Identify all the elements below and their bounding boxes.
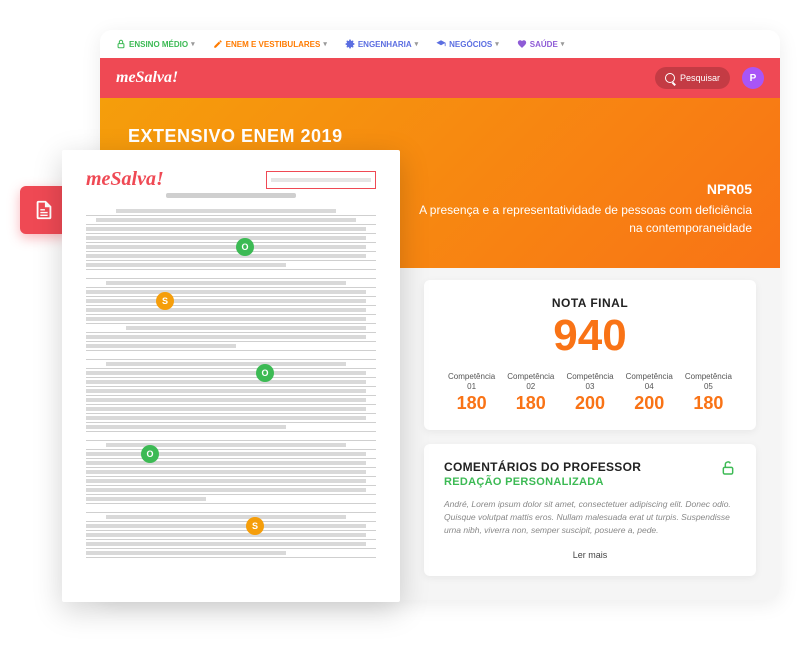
essay-line [86, 387, 376, 396]
essay-line [86, 504, 376, 513]
comments-card: COMENTÁRIOS DO PROFESSOR REDAÇÃO PERSONA… [424, 444, 756, 576]
unlock-icon [720, 460, 736, 479]
essay-line [86, 477, 376, 486]
essay-line [86, 315, 376, 324]
gear-icon [345, 39, 355, 49]
nav-negocios[interactable]: NEGÓCIOS ▾ [436, 39, 499, 49]
annotation-marker[interactable]: O [236, 238, 254, 256]
doc-name-field[interactable] [266, 171, 376, 189]
essay-line [86, 414, 376, 423]
nav-enem[interactable]: ENEM E VESTIBULARES ▾ [213, 39, 327, 49]
essay-line [86, 432, 376, 441]
search-icon [665, 73, 675, 83]
essay-line [86, 279, 376, 288]
essay-line [86, 441, 376, 450]
essay-line [86, 351, 376, 360]
competency-3: Competência 03200 [562, 372, 617, 414]
essay-line [86, 378, 376, 387]
nav-engenharia[interactable]: ENGENHARIA ▾ [345, 39, 418, 49]
search-placeholder: Pesquisar [680, 73, 720, 83]
topic-code: NPR05 [408, 181, 752, 197]
essay-line [86, 324, 376, 333]
comments-title: COMENTÁRIOS DO PROFESSOR [444, 460, 641, 474]
nav-label: ENSINO MÉDIO [129, 40, 188, 49]
essay-line [86, 540, 376, 549]
nav-label: ENGENHARIA [358, 40, 412, 49]
final-score-label: NOTA FINAL [444, 296, 736, 310]
essay-document: meSalva! OSOOS [62, 150, 400, 602]
essay-line [86, 225, 376, 234]
essay-line [86, 468, 376, 477]
topic-description: A presença e a representatividade de pes… [408, 201, 752, 237]
chevron-down-icon: ▾ [495, 40, 499, 48]
essay-line [86, 270, 376, 279]
comments-subtitle: REDAÇÃO PERSONALIZADA [444, 476, 641, 488]
essay-line [86, 531, 376, 540]
essay-line [86, 513, 376, 522]
essay-line: O [86, 450, 376, 459]
essay-lines: OSOOS [86, 207, 376, 558]
score-card: NOTA FINAL 940 Competência 01180 Competê… [424, 280, 756, 430]
final-score-value: 940 [444, 314, 736, 358]
nav-label: NEGÓCIOS [449, 40, 492, 49]
document-tab[interactable] [20, 186, 68, 234]
document-icon [33, 199, 55, 221]
graduation-icon [436, 39, 446, 49]
essay-line [86, 288, 376, 297]
essay-line [86, 459, 376, 468]
annotation-marker[interactable]: S [156, 292, 174, 310]
essay-line [86, 360, 376, 369]
chevron-down-icon: ▾ [191, 40, 195, 48]
essay-line [86, 342, 376, 351]
search-input[interactable]: Pesquisar [655, 67, 730, 89]
competency-5: Competência 05180 [681, 372, 736, 414]
competencies-row: Competência 01180 Competência 02180 Comp… [444, 372, 736, 414]
chevron-down-icon: ▾ [323, 40, 327, 48]
essay-line [86, 423, 376, 432]
nav-saude[interactable]: SAÚDE ▾ [517, 39, 565, 49]
essay-line [86, 234, 376, 243]
competency-1: Competência 01180 [444, 372, 499, 414]
heart-icon [517, 39, 527, 49]
essay-line [86, 261, 376, 270]
essay-line: O [86, 243, 376, 252]
essay-line [86, 306, 376, 315]
doc-logo: meSalva! [86, 168, 164, 191]
essay-line [86, 252, 376, 261]
annotation-marker[interactable]: O [256, 364, 274, 382]
essay-line [86, 207, 376, 216]
essay-line [86, 333, 376, 342]
nav-label: ENEM E VESTIBULARES [226, 40, 321, 49]
lock-icon [116, 39, 126, 49]
header-bar: meSalva! Pesquisar P [100, 58, 780, 98]
essay-line [86, 405, 376, 414]
chevron-down-icon: ▾ [415, 40, 419, 48]
essay-line [86, 396, 376, 405]
brand-logo[interactable]: meSalva! [116, 69, 178, 87]
essay-line: S [86, 297, 376, 306]
competency-4: Competência 04200 [622, 372, 677, 414]
comments-body: André, Lorem ipsum dolor sit amet, conse… [444, 498, 736, 536]
essay-line [86, 216, 376, 225]
essay-line [86, 495, 376, 504]
nav-label: SAÚDE [530, 40, 558, 49]
essay-line [86, 486, 376, 495]
essay-line [86, 549, 376, 558]
read-more-link[interactable]: Ler mais [444, 550, 736, 560]
annotation-marker[interactable]: O [141, 445, 159, 463]
competency-2: Competência 02180 [503, 372, 558, 414]
pencil-icon [213, 39, 223, 49]
annotation-marker[interactable]: S [246, 517, 264, 535]
avatar[interactable]: P [742, 67, 764, 89]
essay-line: S [86, 522, 376, 531]
chevron-down-icon: ▾ [561, 40, 565, 48]
nav-ensino-medio[interactable]: ENSINO MÉDIO ▾ [116, 39, 195, 49]
essay-line: O [86, 369, 376, 378]
course-title: EXTENSIVO ENEM 2019 [128, 126, 752, 147]
top-nav: ENSINO MÉDIO ▾ ENEM E VESTIBULARES ▾ ENG… [100, 30, 780, 58]
